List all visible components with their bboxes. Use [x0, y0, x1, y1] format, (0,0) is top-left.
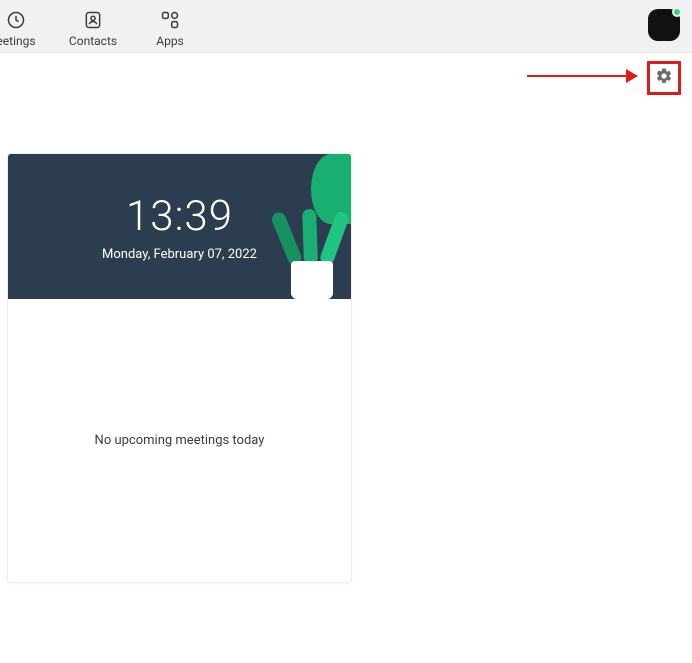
gear-icon [655, 67, 673, 89]
toolbar-tabs: eetings Contacts Apps [0, 5, 196, 48]
tab-contacts[interactable]: Contacts [67, 5, 119, 48]
tab-label: eetings [0, 34, 36, 48]
card-body: No upcoming meetings today [8, 299, 351, 582]
profile-avatar[interactable] [648, 9, 680, 41]
apps-icon [160, 10, 180, 30]
current-date: Monday, February 07, 2022 [102, 247, 257, 262]
tab-label: Contacts [69, 34, 117, 48]
clock-icon [6, 10, 26, 30]
top-toolbar: eetings Contacts Apps [0, 0, 692, 53]
settings-button[interactable] [647, 61, 681, 95]
subbar [0, 53, 692, 93]
current-time: 13:39 [126, 192, 233, 241]
contact-icon [83, 10, 103, 30]
presence-indicator [672, 7, 682, 17]
annotation-arrow [527, 75, 637, 77]
tab-meetings[interactable]: eetings [0, 5, 42, 48]
tab-apps[interactable]: Apps [144, 5, 196, 48]
empty-state-text: No upcoming meetings today [95, 433, 265, 448]
upcoming-card: 13:39 Monday, February 07, 2022 No upcom… [7, 153, 352, 583]
tab-label: Apps [156, 34, 184, 48]
card-hero: 13:39 Monday, February 07, 2022 [8, 154, 351, 299]
plant-decoration [286, 209, 336, 299]
